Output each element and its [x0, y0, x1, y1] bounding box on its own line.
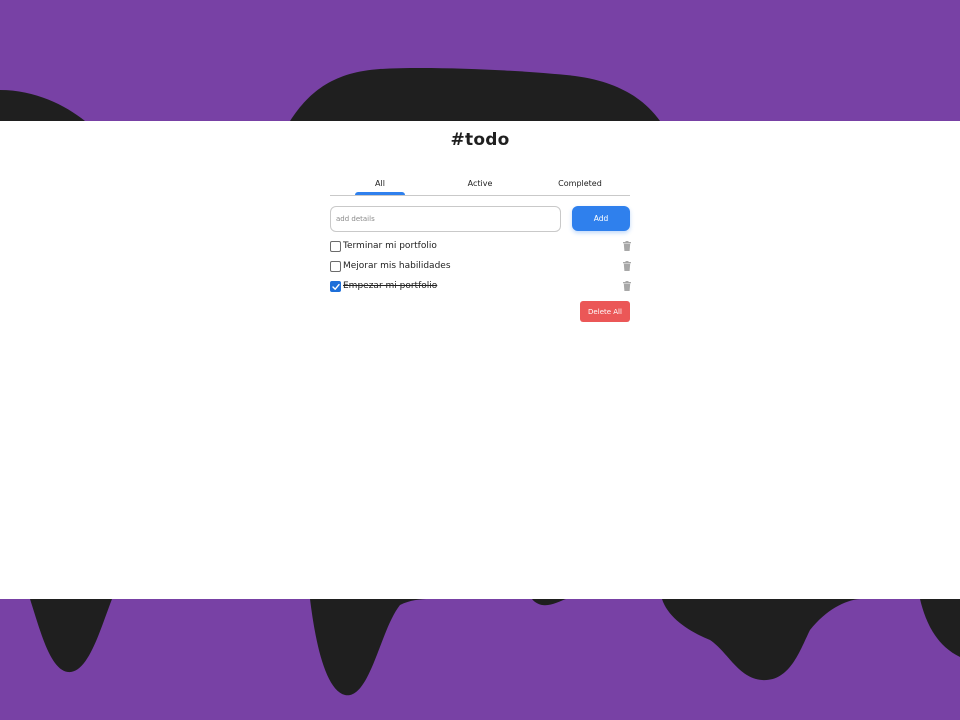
todo-card: #todo All Active Completed Add Terminar …: [0, 121, 960, 599]
task-label: Empezar mi portfolio: [343, 281, 438, 291]
blob-bottom-5: [920, 599, 960, 657]
trash-icon[interactable]: [623, 261, 631, 271]
blob-bottom-1: [30, 599, 112, 673]
add-details-input[interactable]: [330, 206, 561, 232]
filter-tabs: All Active Completed: [330, 173, 630, 196]
blob-top-left: [0, 90, 85, 121]
blob-bottom-2: [310, 599, 430, 696]
task-label: Terminar mi portfolio: [343, 241, 437, 251]
tab-active[interactable]: Active: [430, 173, 530, 195]
task-item: Terminar mi portfolio: [330, 240, 631, 254]
task-checkbox[interactable]: [330, 241, 341, 252]
task-label: Mejorar mis habilidades: [343, 261, 451, 271]
task-checkbox[interactable]: [330, 261, 341, 272]
blob-bottom-3: [532, 599, 566, 606]
page-title: #todo: [450, 130, 510, 150]
tab-completed[interactable]: Completed: [530, 173, 630, 195]
delete-all-button[interactable]: Delete All: [580, 301, 630, 322]
task-item: Empezar mi portfolio: [330, 280, 631, 294]
task-item: Mejorar mis habilidades: [330, 260, 631, 274]
blob-top-center: [290, 67, 660, 121]
trash-icon[interactable]: [623, 281, 631, 291]
blob-bottom-4: [662, 599, 860, 681]
active-tab-indicator: [355, 192, 405, 195]
trash-icon[interactable]: [623, 241, 631, 251]
checkmark-icon: [332, 283, 340, 290]
task-checkbox-checked[interactable]: [330, 281, 341, 292]
add-button[interactable]: Add: [572, 206, 630, 231]
